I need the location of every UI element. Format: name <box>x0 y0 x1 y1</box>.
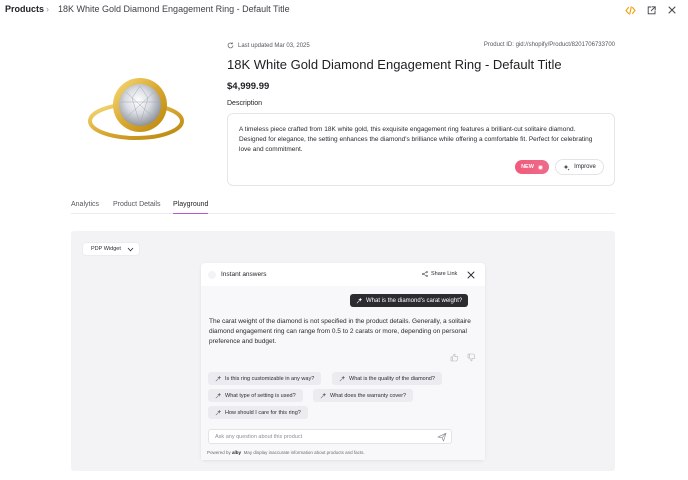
badge-dot-icon <box>537 164 543 170</box>
instant-answers-widget: Instant answers Share Link What is the d… <box>201 263 485 460</box>
chevron-down-icon <box>127 247 134 251</box>
product-id: Product ID: gid://shopify/Product/820170… <box>483 42 615 48</box>
improve-button[interactable]: Improve <box>555 159 604 175</box>
wand-icon <box>215 409 221 415</box>
product-image <box>86 72 194 152</box>
last-updated-text: Last updated Mar 03, 2025 <box>238 42 310 49</box>
playground-panel: PDP Widget Instant answers Share Link Wh… <box>71 231 615 471</box>
description-text: A timeless piece crafted from 18K white … <box>239 126 593 153</box>
widget-title: Instant answers <box>221 271 267 278</box>
last-updated: Last updated Mar 03, 2025 <box>227 42 310 49</box>
tab-analytics[interactable]: Analytics <box>71 201 99 214</box>
powered-by-footer: Powered by alby May display inaccurate i… <box>207 450 365 455</box>
refresh-icon <box>227 42 234 49</box>
wand-icon <box>356 297 362 303</box>
widget-body: What is the diamond's carat weight? The … <box>201 286 485 460</box>
breadcrumb-separator: › <box>46 4 49 14</box>
widget-header: Instant answers Share Link <box>201 263 485 286</box>
suggestion-chip[interactable]: What is the quality of the diamond? <box>332 372 442 385</box>
share-link-button[interactable]: Share Link <box>422 271 457 277</box>
suggestion-label: What does the warranty cover? <box>330 392 407 399</box>
widget-logo-icon <box>208 271 216 279</box>
top-bar: Products › 18K White Gold Diamond Engage… <box>0 0 688 22</box>
thumbs-down-icon[interactable] <box>467 353 476 362</box>
suggestion-chip[interactable]: What type of setting is used? <box>208 389 303 402</box>
product-title: 18K White Gold Diamond Engagement Ring -… <box>227 57 562 72</box>
suggestion-chip[interactable]: What does the warranty cover? <box>313 389 414 402</box>
powered-by-prefix: Powered by <box>207 450 231 455</box>
tab-product-details[interactable]: Product Details <box>113 201 160 214</box>
description-label: Description <box>227 100 263 107</box>
widget-select[interactable]: PDP Widget <box>82 242 140 256</box>
question-input[interactable] <box>215 432 425 442</box>
share-icon <box>422 271 428 277</box>
tab-playground[interactable]: Playground <box>173 201 209 214</box>
breadcrumb-products-link[interactable]: Products <box>5 4 44 14</box>
thumbs-up-icon[interactable] <box>450 353 459 362</box>
tab-bar: Analytics Product Details Playground <box>71 197 615 214</box>
suggestion-label: How should I care for this ring? <box>225 409 301 416</box>
breadcrumb-current-page: 18K White Gold Diamond Engagement Ring -… <box>58 4 290 14</box>
code-icon[interactable] <box>623 3 637 17</box>
suggestion-label: What type of setting is used? <box>225 392 296 399</box>
new-badge: NEW <box>515 160 549 174</box>
wand-icon <box>320 392 326 398</box>
external-link-icon[interactable] <box>644 3 658 17</box>
widget-select-value: PDP Widget <box>91 246 121 252</box>
suggestion-label: Is this ring customizable in any way? <box>225 375 315 382</box>
suggestion-chip[interactable]: How should I care for this ring? <box>208 406 308 419</box>
user-question-text: What is the diamond's carat weight? <box>366 297 463 304</box>
wand-icon <box>215 375 221 381</box>
wand-icon <box>215 392 221 398</box>
product-price: $4,999.99 <box>227 81 270 92</box>
suggestion-label: What is the quality of the diamond? <box>349 375 435 382</box>
wand-icon <box>339 375 345 381</box>
sparkle-icon <box>563 164 570 171</box>
disclaimer-text: May display inaccurate information about… <box>243 450 365 455</box>
close-icon[interactable] <box>665 3 679 17</box>
description-box: A timeless piece crafted from 18K white … <box>227 113 615 186</box>
answer-text: The carat weight of the diamond is not s… <box>209 318 471 345</box>
suggestion-chip[interactable]: Is this ring customizable in any way? <box>208 372 322 385</box>
question-input-box <box>208 429 452 444</box>
share-link-label: Share Link <box>431 271 458 277</box>
user-question-bubble: What is the diamond's carat weight? <box>350 294 469 307</box>
alby-logo: alby <box>232 450 242 455</box>
improve-label: Improve <box>574 164 596 170</box>
send-icon[interactable] <box>437 432 447 442</box>
widget-close-icon[interactable] <box>467 271 475 279</box>
new-badge-label: NEW <box>521 164 534 170</box>
